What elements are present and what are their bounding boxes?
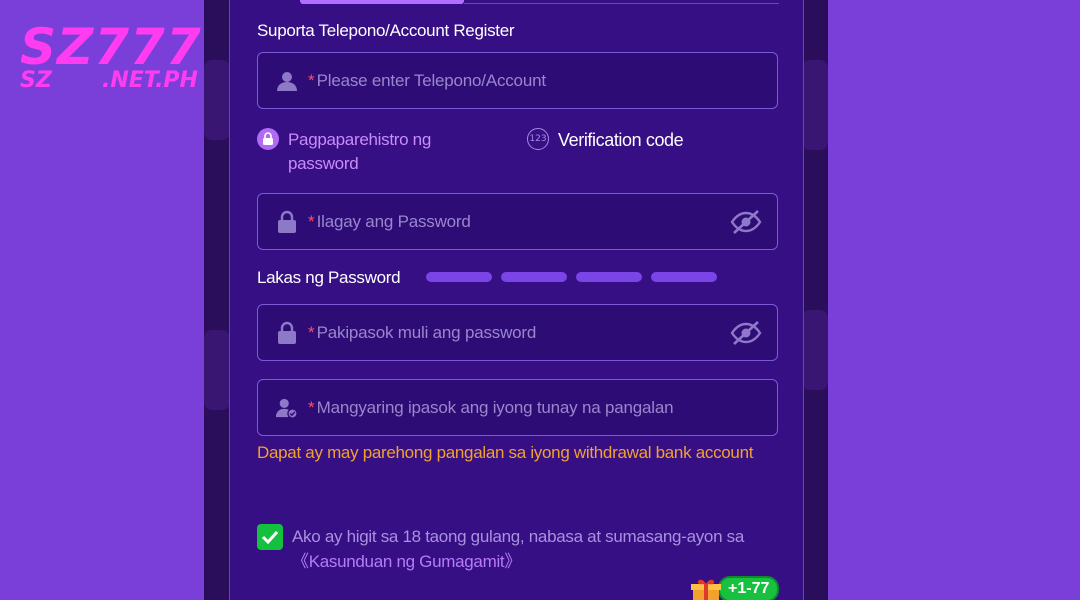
site-watermark-logo: SZ777 SZ .NET.PH: [20, 22, 202, 92]
gift-icon: [690, 578, 722, 600]
required-mark: *: [308, 397, 315, 417]
code-badge-text: 123: [529, 134, 547, 144]
background-decoration: [802, 60, 828, 150]
option-verification-code[interactable]: 123 Verification code: [527, 128, 684, 152]
lock-icon: [257, 128, 279, 150]
active-tab-indicator: [300, 0, 464, 4]
strength-bar: [576, 272, 642, 282]
password-input[interactable]: [316, 211, 729, 232]
background-decoration: [802, 310, 828, 390]
real-name-input[interactable]: [316, 397, 777, 418]
real-name-field[interactable]: *: [257, 379, 778, 436]
age-agreement: Ako ay higit sa 18 taong gulang, nabasa …: [257, 524, 782, 574]
watermark-main-text: SZ777: [20, 18, 202, 76]
number-code-icon: 123: [527, 128, 549, 150]
strength-bar: [501, 272, 567, 282]
account-section-label: Suporta Telepono/Account Register: [257, 21, 515, 40]
strength-bar: [426, 272, 492, 282]
password-field[interactable]: *: [257, 193, 778, 250]
password-strength-label: Lakas ng Password: [257, 268, 401, 287]
background-decoration: [204, 60, 230, 140]
agreement-checkbox[interactable]: [257, 524, 283, 550]
account-field[interactable]: *: [257, 52, 778, 109]
real-name-warning: Dapat ay may parehong pangalan sa iyong …: [257, 443, 754, 462]
tab-divider: [464, 3, 779, 4]
password-strength-meter: [426, 272, 717, 282]
lock-icon: [276, 321, 298, 345]
confirm-password-input[interactable]: [316, 322, 729, 343]
eye-off-icon[interactable]: [729, 207, 763, 237]
option-password-label: Pagpaparehistro ng password: [288, 130, 431, 173]
watermark-sub-left: SZ: [20, 68, 52, 93]
strength-bar: [651, 272, 717, 282]
user-check-icon: [276, 396, 298, 420]
agreement-statement: Ako ay higit sa 18 taong gulang, nabasa …: [292, 527, 745, 546]
option-register-password[interactable]: Pagpaparehistro ng password: [257, 128, 478, 176]
eye-off-icon[interactable]: [729, 318, 763, 348]
user-agreement-link[interactable]: 《Kasunduan ng Gumagamit》: [292, 552, 521, 571]
watermark-sub-text: SZ .NET.PH: [20, 70, 202, 92]
gift-promo[interactable]: +1-77: [690, 576, 780, 600]
gift-badge: +1-77: [718, 576, 780, 600]
required-mark: *: [308, 322, 315, 342]
user-icon: [276, 69, 298, 93]
account-input[interactable]: [316, 70, 777, 91]
confirm-password-field[interactable]: *: [257, 304, 778, 361]
option-code-label: Verification code: [558, 130, 684, 150]
register-modal: Suporta Telepono/Account Register * Pagp…: [229, 0, 804, 600]
agreement-text: Ako ay higit sa 18 taong gulang, nabasa …: [292, 524, 782, 574]
required-mark: *: [308, 70, 315, 90]
background-decoration: [204, 330, 230, 410]
checkmark-icon: [261, 530, 279, 544]
lock-icon: [276, 210, 298, 234]
watermark-sub-right: .NET.PH: [102, 68, 198, 93]
required-mark: *: [308, 211, 315, 231]
